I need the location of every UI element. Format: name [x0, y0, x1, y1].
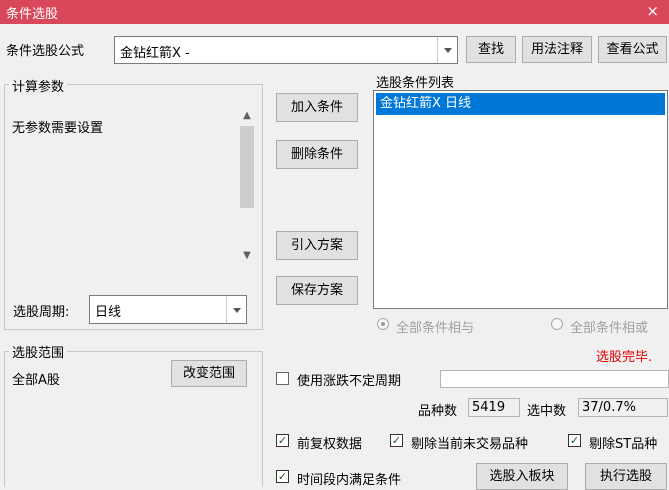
period-label: 选股周期:: [13, 305, 70, 320]
find-button[interactable]: 查找: [466, 36, 516, 63]
title-bar: 条件选股 ×: [0, 0, 669, 24]
total-count-value: 5419: [468, 398, 520, 417]
range-group-title: 选股范围: [9, 342, 68, 361]
add-condition-button[interactable]: 加入条件: [276, 93, 358, 122]
window-title: 条件选股: [6, 7, 59, 22]
pre-adjust-label: 前复权数据: [297, 437, 363, 452]
time-period-checkbox[interactable]: ✓: [276, 470, 289, 483]
params-group-title: 计算参数: [9, 76, 68, 95]
selected-count-value: 37/0.7%: [578, 398, 668, 417]
uneven-period-input[interactable]: [440, 370, 669, 388]
usage-notes-button[interactable]: 用法注释: [522, 36, 592, 63]
change-range-button[interactable]: 改变范围: [171, 360, 247, 387]
exclude-st-label: 剔除ST品种: [589, 437, 658, 452]
radio-or[interactable]: [551, 318, 563, 330]
select-to-block-button[interactable]: 选股入板块: [476, 463, 568, 490]
chevron-down-icon[interactable]: [437, 37, 457, 63]
scroll-thumb[interactable]: [240, 126, 254, 208]
scroll-down-icon[interactable]: ▼: [238, 248, 256, 264]
close-icon[interactable]: ×: [646, 2, 659, 20]
run-selection-button[interactable]: 执行选股: [585, 463, 667, 490]
radio-or-label: 全部条件相或: [570, 321, 649, 336]
exclude-st-checkbox[interactable]: ✓: [568, 434, 581, 447]
pre-adjust-checkbox[interactable]: ✓: [276, 434, 289, 447]
period-select[interactable]: 日线: [89, 295, 247, 324]
conditions-list[interactable]: 金钻红箭X 日线: [373, 90, 668, 309]
uneven-period-label: 使用涨跌不定周期: [297, 374, 402, 389]
chevron-down-icon[interactable]: [226, 296, 246, 323]
save-plan-button[interactable]: 保存方案: [276, 276, 358, 305]
formula-label: 条件选股公式: [6, 44, 85, 59]
scroll-up-icon[interactable]: ▲: [238, 108, 256, 124]
params-text: 无参数需要设置: [12, 121, 104, 136]
radio-and[interactable]: [377, 318, 389, 330]
status-text: 选股完毕.: [596, 350, 653, 365]
total-count-label: 品种数: [418, 404, 458, 419]
exclude-untraded-checkbox[interactable]: ✓: [390, 434, 403, 447]
uneven-period-checkbox[interactable]: [276, 372, 289, 385]
import-plan-button[interactable]: 引入方案: [276, 231, 358, 260]
params-scrollbar[interactable]: ▲ ▼: [238, 108, 256, 264]
formula-select[interactable]: 金钻红箭X -: [114, 36, 458, 64]
period-value: 日线: [95, 305, 122, 320]
time-period-label: 时间段内满足条件: [297, 473, 402, 488]
range-value: 全部A股: [12, 373, 60, 388]
view-formula-button[interactable]: 查看公式: [598, 36, 667, 63]
exclude-untraded-label: 剔除当前未交易品种: [411, 437, 529, 452]
conditions-list-title: 选股条件列表: [376, 76, 455, 91]
formula-value: 金钻红箭X -: [120, 46, 190, 61]
condition-item[interactable]: 金钻红箭X 日线: [376, 93, 665, 115]
radio-and-label: 全部条件相与: [396, 321, 475, 336]
selected-count-label: 选中数: [527, 404, 567, 419]
delete-condition-button[interactable]: 删除条件: [276, 140, 358, 169]
